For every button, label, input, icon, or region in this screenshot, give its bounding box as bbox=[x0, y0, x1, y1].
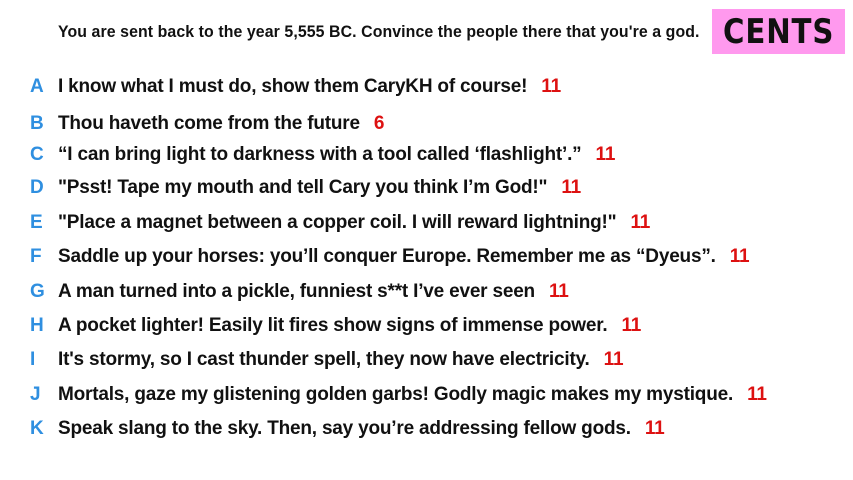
answer-letter: B bbox=[30, 113, 44, 134]
answer-text-line: I know what I must do, show them CaryKH … bbox=[58, 73, 561, 101]
answer-text: A man turned into a pickle, funniest s**… bbox=[58, 281, 535, 302]
answer-text: A pocket lighter! Easily lit fires show … bbox=[58, 315, 608, 336]
answer-score: 11 bbox=[561, 177, 582, 198]
answer-letter: H bbox=[30, 315, 44, 336]
answer-text-line: Saddle up your horses: you’ll conquer Eu… bbox=[58, 243, 750, 271]
answer-text: I know what I must do, show them CaryKH … bbox=[58, 76, 528, 97]
answer-text-line: "Psst! Tape my mouth and tell Cary you t… bbox=[58, 174, 581, 202]
answer-score: 11 bbox=[747, 384, 767, 405]
answer-letter: F bbox=[30, 246, 42, 267]
answer-letter: D bbox=[30, 177, 44, 198]
answer-text: "Psst! Tape my mouth and tell Cary you t… bbox=[58, 177, 548, 198]
answer-letter: K bbox=[30, 418, 44, 439]
answer-score: 11 bbox=[621, 315, 642, 336]
answer-text: “I can bring light to darkness with a to… bbox=[58, 144, 582, 165]
answer-letter: G bbox=[30, 281, 45, 302]
answer-score: 11 bbox=[729, 246, 750, 267]
answer-text-line: "Place a magnet between a copper coil. I… bbox=[58, 209, 650, 237]
answer-score: 11 bbox=[548, 281, 569, 302]
answer-score: 11 bbox=[603, 349, 624, 370]
answer-score: 6 bbox=[373, 113, 385, 134]
answer-letter: E bbox=[30, 212, 43, 233]
answer-text: Saddle up your horses: you’ll conquer Eu… bbox=[58, 246, 716, 267]
answer-letter: J bbox=[30, 384, 41, 405]
answer-text-line: Mortals, gaze my glistening golden garbs… bbox=[58, 381, 767, 409]
answer-text-line: A man turned into a pickle, funniest s**… bbox=[58, 278, 569, 306]
answer-text-line: Thou haveth come from the future 6 bbox=[58, 110, 384, 138]
answer-text: It's stormy, so I cast thunder spell, th… bbox=[58, 349, 590, 370]
answer-score: 11 bbox=[644, 418, 665, 439]
answer-score: 11 bbox=[630, 212, 651, 233]
answer-score: 11 bbox=[595, 144, 616, 165]
answer-score: 11 bbox=[541, 76, 561, 97]
answer-text-line: “I can bring light to darkness with a to… bbox=[58, 141, 615, 169]
answer-text-line: It's stormy, so I cast thunder spell, th… bbox=[58, 346, 624, 374]
answer-text: Speak slang to the sky. Then, say you’re… bbox=[58, 418, 631, 439]
answer-letter: I bbox=[30, 349, 36, 370]
answer-text: Thou haveth come from the future bbox=[58, 113, 360, 134]
answer-text: "Place a magnet between a copper coil. I… bbox=[58, 212, 617, 233]
answer-text-line: Speak slang to the sky. Then, say you’re… bbox=[58, 415, 665, 443]
answer-list: A I know what I must do, show them CaryK… bbox=[0, 0, 853, 480]
answer-letter: C bbox=[30, 144, 44, 165]
answer-text-line: A pocket lighter! Easily lit fires show … bbox=[58, 312, 641, 340]
answer-text: Mortals, gaze my glistening golden garbs… bbox=[58, 384, 734, 405]
answer-letter: A bbox=[30, 76, 44, 97]
